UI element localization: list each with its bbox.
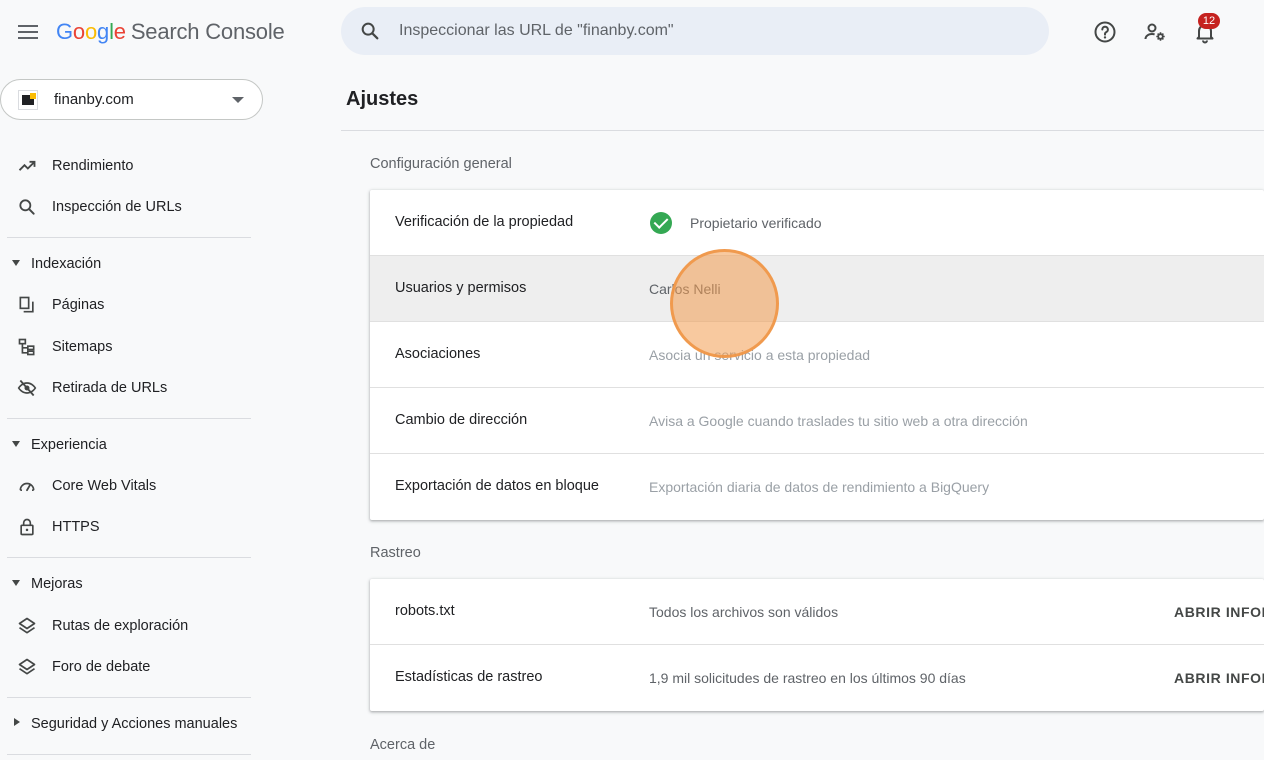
notification-count-badge: 12: [1198, 13, 1220, 29]
settings-row-value: Propietario verificado: [690, 215, 822, 231]
settings-row-crawl-stats[interactable]: Estadísticas de rastreo 1,9 mil solicitu…: [370, 645, 1264, 711]
sidebar-divider: [7, 697, 251, 698]
lock-icon: [16, 517, 38, 537]
help-icon[interactable]: [1091, 18, 1119, 46]
sidebar-item-breadcrumbs[interactable]: Rutas de exploración: [0, 608, 263, 644]
sidebar-divider: [7, 237, 251, 238]
sitemap-icon: [16, 337, 38, 357]
general-settings-heading: Configuración general: [370, 156, 512, 172]
settings-row-label: Verificación de la propiedad: [395, 214, 574, 230]
search-icon: [361, 22, 379, 40]
settings-row-robots-txt[interactable]: robots.txt Todos los archivos son válido…: [370, 579, 1264, 645]
expand-arrow-icon: [12, 441, 20, 447]
pages-icon: [16, 295, 38, 315]
settings-row-value: Avisa a Google cuando traslades tu sitio…: [649, 413, 1028, 429]
product-name: Search Console: [130, 19, 285, 44]
settings-row-ownership-verification[interactable]: Verificación de la propiedad Propietario…: [370, 190, 1264, 256]
sidebar-item-label: Sitemaps: [52, 339, 113, 355]
crawling-card: robots.txt Todos los archivos son válido…: [370, 579, 1264, 711]
sidebar-section-security[interactable]: Seguridad y Acciones manuales: [0, 709, 263, 739]
sidebar-item-performance[interactable]: Rendimiento: [0, 148, 263, 184]
settings-row-value: Carlos Nelli: [649, 281, 721, 297]
sidebar-divider: [7, 754, 251, 755]
settings-row-label: Cambio de dirección: [395, 412, 528, 428]
settings-row-associations[interactable]: Asociaciones Asocia un servicio a esta p…: [370, 322, 1264, 388]
settings-row-label: robots.txt: [395, 603, 455, 619]
sidebar-item-url-inspection[interactable]: Inspección de URLs: [0, 189, 263, 225]
sidebar-item-label: Core Web Vitals: [52, 478, 157, 494]
sidebar-section-indexing[interactable]: Indexación: [0, 249, 263, 279]
search-input[interactable]: [399, 19, 1019, 43]
property-name: finanby.com: [54, 91, 134, 108]
layers-icon: [16, 616, 38, 636]
collapse-arrow-icon: [14, 718, 20, 726]
sidebar-item-core-web-vitals[interactable]: Core Web Vitals: [0, 468, 263, 504]
settings-row-label: Estadísticas de rastreo: [395, 669, 543, 685]
settings-row-label: Usuarios y permisos: [395, 280, 527, 296]
general-settings-card: Verificación de la propiedad Propietario…: [370, 190, 1264, 520]
title-divider: [341, 130, 1264, 131]
sidebar-section-title: Experiencia: [31, 437, 107, 453]
expand-arrow-icon: [12, 260, 20, 266]
top-bar: GoogleSearch Console 12: [0, 0, 1264, 64]
settings-row-label: Exportación de datos en bloque: [395, 478, 599, 494]
sidebar-item-label: Foro de debate: [52, 659, 151, 675]
sidebar-divider: [7, 557, 251, 558]
settings-row-users-permissions[interactable]: Usuarios y permisos Carlos Nelli: [370, 256, 1264, 322]
sidebar-item-sitemaps[interactable]: Sitemaps: [0, 329, 263, 365]
open-report-button[interactable]: ABRIR INFORME: [1174, 670, 1264, 686]
sidebar-item-label: Páginas: [52, 297, 105, 313]
sidebar-section-enhancements[interactable]: Mejoras: [0, 569, 263, 599]
sidebar-item-label: HTTPS: [52, 519, 100, 535]
url-inspection-search[interactable]: [341, 7, 1049, 55]
open-report-button[interactable]: ABRIR INFORME: [1174, 604, 1264, 620]
crawling-heading: Rastreo: [370, 545, 421, 561]
sidebar-divider: [7, 418, 251, 419]
property-favicon: [18, 90, 38, 110]
sidebar-item-label: Rendimiento: [52, 158, 134, 174]
settings-row-value: Todos los archivos son válidos: [649, 604, 839, 620]
page-title: Ajustes: [346, 88, 419, 110]
about-heading: Acerca de: [370, 737, 436, 753]
sidebar-item-https[interactable]: HTTPS: [0, 509, 263, 545]
speed-gauge-icon: [16, 476, 38, 496]
sidebar-item-label: Rutas de exploración: [52, 618, 189, 634]
settings-row-bulk-data-export[interactable]: Exportación de datos en bloque Exportaci…: [370, 454, 1264, 520]
visibility-off-icon: [16, 378, 38, 398]
sidebar: Rendimiento Inspección de URLs Indexació…: [0, 120, 263, 760]
sidebar-section-title: Indexación: [31, 256, 102, 272]
manage-accounts-icon[interactable]: [1141, 18, 1169, 46]
sidebar-item-label: Inspección de URLs: [52, 199, 182, 215]
layers-icon: [16, 657, 38, 677]
trending-up-icon: [16, 156, 38, 176]
sidebar-section-title: Seguridad y Acciones manuales: [31, 716, 238, 732]
google-search-console-logo[interactable]: Google Search Console: [56, 19, 285, 45]
settings-row-label: Asociaciones: [395, 346, 481, 362]
menu-icon[interactable]: [14, 18, 42, 46]
expand-arrow-icon: [12, 580, 20, 586]
sidebar-item-discussion-forum[interactable]: Foro de debate: [0, 649, 263, 685]
check-circle-icon: [650, 212, 672, 234]
sidebar-section-title: Mejoras: [31, 576, 83, 592]
sidebar-item-pages[interactable]: Páginas: [0, 287, 263, 323]
settings-row-value: Exportación diaria de datos de rendimien…: [649, 479, 990, 495]
sidebar-item-label: Retirada de URLs: [52, 380, 168, 396]
settings-row-change-of-address[interactable]: Cambio de dirección Avisa a Google cuand…: [370, 388, 1264, 454]
property-selector[interactable]: finanby.com: [0, 79, 263, 120]
chevron-down-icon: [232, 97, 244, 103]
sidebar-section-experience[interactable]: Experiencia: [0, 430, 263, 460]
sidebar-item-url-removals[interactable]: Retirada de URLs: [0, 370, 263, 406]
settings-row-value: Asocia un servicio a esta propiedad: [649, 347, 871, 363]
settings-row-value: 1,9 mil solicitudes de rastreo en los úl…: [649, 670, 966, 686]
search-console-app: GoogleSearch Console 12 finanby.com Rend…: [0, 0, 1264, 760]
search-icon: [16, 197, 38, 217]
